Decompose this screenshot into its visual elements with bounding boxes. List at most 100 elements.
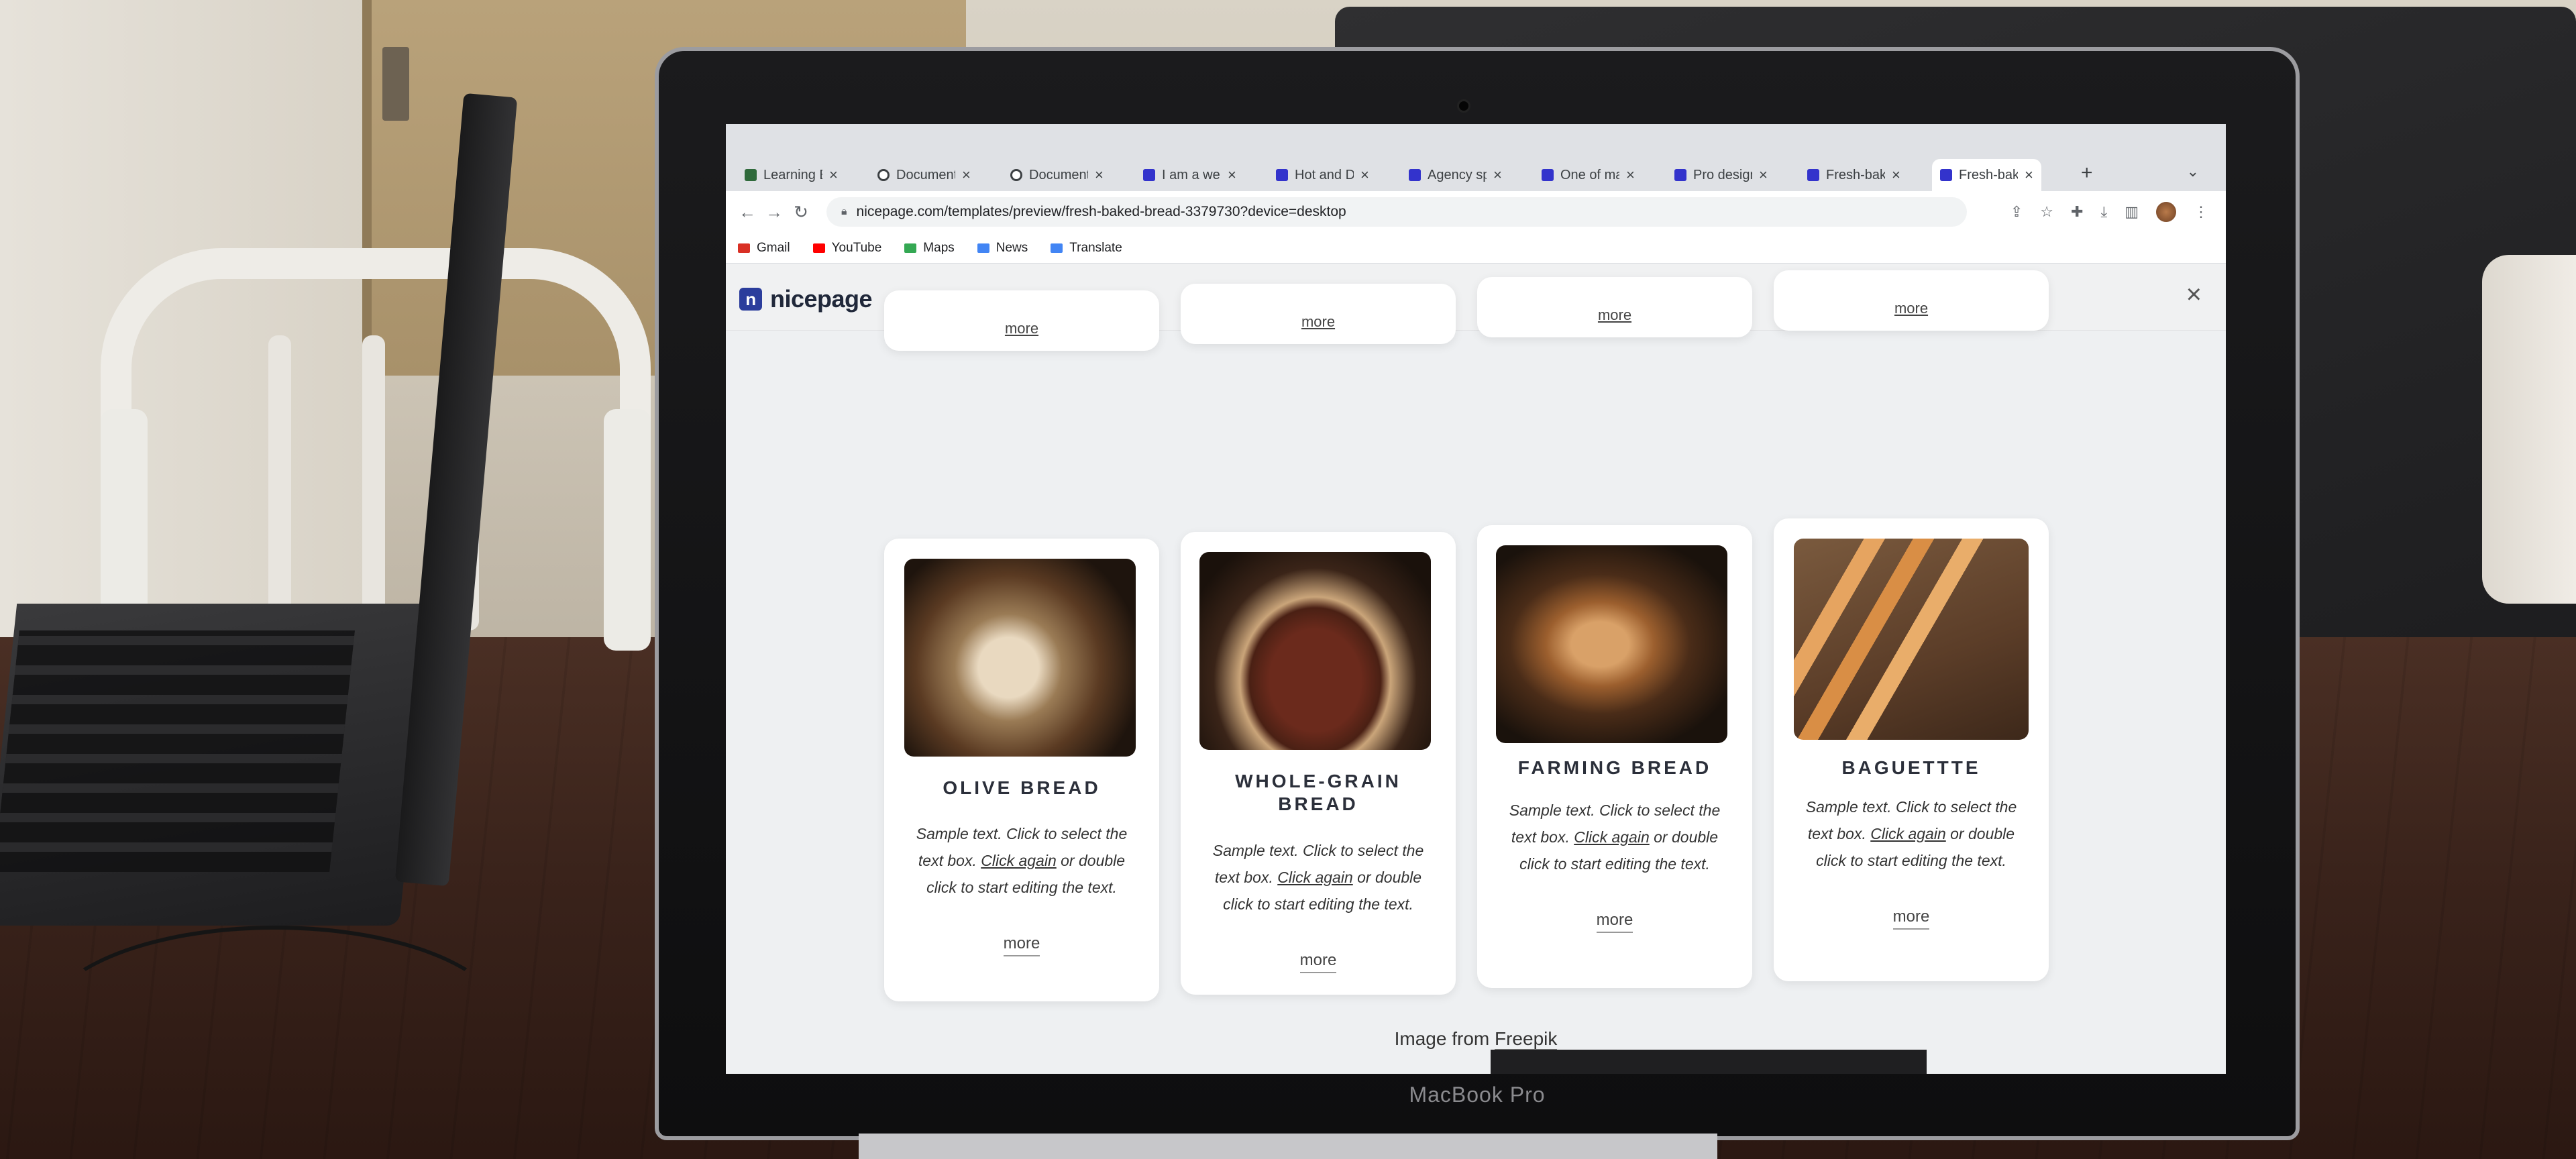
bookmark-item[interactable]: Translate [1051, 241, 1122, 256]
nicepage-icon [1674, 169, 1686, 181]
chair-leg [604, 409, 651, 651]
browser-window: + ⌄ Learning Ba×Document×Document×I am a… [726, 124, 2226, 1074]
tab-close-icon[interactable]: × [1626, 166, 1635, 184]
browser-tab[interactable]: Hot and De × [1268, 159, 1377, 191]
bookmark-item[interactable]: YouTube [812, 241, 881, 256]
chair-slat [268, 335, 291, 630]
more-link[interactable]: more [1477, 307, 1752, 324]
more-label: more [1003, 934, 1040, 956]
more-link[interactable]: more [1774, 907, 2049, 930]
side-panel-icon[interactable]: ▥ [2125, 203, 2139, 221]
charging-cable [40, 926, 510, 1127]
more-label: more [1892, 907, 1930, 930]
bookmark-item[interactable]: News [977, 241, 1028, 256]
card-top: more [884, 290, 1159, 351]
card-text: Sample text. Click to select the text bo… [1794, 793, 2029, 874]
card-title: FARMING BREAD [1517, 757, 1712, 778]
more-link[interactable]: more [884, 934, 1159, 956]
tab-close-icon[interactable]: × [1228, 166, 1236, 184]
globe-icon [877, 169, 890, 181]
macbook-hinge [859, 1134, 1717, 1159]
tab-close-icon[interactable]: × [1095, 166, 1104, 184]
more-link[interactable]: more [1181, 951, 1456, 973]
tab-title: Hot and De [1295, 167, 1354, 182]
tab-title: Document [1029, 167, 1088, 182]
baguette-photo [1794, 539, 2029, 740]
lock-icon[interactable]: 🔒︎ [841, 206, 847, 218]
close-preview-button[interactable]: × [2186, 280, 2202, 310]
bookmark-item[interactable]: Gmail [738, 241, 790, 256]
bookmark-label: Maps [923, 240, 955, 255]
click-again-link[interactable]: Click again [1574, 828, 1650, 846]
tab-title: Pro design [1693, 167, 1752, 182]
chair-slat [362, 335, 385, 630]
click-again-link[interactable]: Click again [1870, 825, 1946, 842]
tab-close-icon[interactable]: × [1892, 166, 1900, 184]
bookmark-label: Translate [1069, 240, 1122, 255]
bookmark-youtube-icon [812, 243, 825, 253]
browser-tab[interactable]: Fresh-bake × [1932, 159, 2041, 191]
tab-close-icon[interactable]: × [1360, 166, 1369, 184]
card-title: OLIVE BREAD [943, 777, 1101, 798]
browser-tab[interactable]: I am a web × [1135, 159, 1244, 191]
click-again-link[interactable]: Click again [1277, 869, 1353, 886]
browser-tab[interactable]: One of mar × [1534, 159, 1643, 191]
browser-tab[interactable]: Fresh-bake × [1799, 159, 1909, 191]
download-icon[interactable]: ⤓ [2100, 203, 2107, 221]
image-credit: Image from Freepik [726, 1028, 2226, 1050]
card-text: Sample text. Click to select the text bo… [1497, 797, 1732, 877]
url-text: nicepage.com/templates/preview/fresh-bak… [856, 204, 1346, 219]
share-icon[interactable]: ⇪ [2010, 203, 2023, 221]
browser-tab[interactable]: Document × [1002, 159, 1112, 191]
nicepage-icon [1143, 169, 1155, 181]
browser-tab[interactable]: Document × [869, 159, 979, 191]
new-tab-button[interactable]: + [2081, 162, 2093, 184]
white-chair [101, 248, 651, 651]
bookmark-item[interactable]: Maps [904, 240, 955, 256]
profile-avatar[interactable] [2156, 202, 2176, 222]
webcam [1457, 99, 1470, 113]
url-field[interactable]: 🔒︎ nicepage.com/templates/preview/fresh-… [826, 197, 1967, 227]
nicepage-logo[interactable]: n nicepage [739, 285, 873, 313]
browser-tab[interactable]: Agency spe × [1401, 159, 1510, 191]
extensions-icon[interactable]: ✚ [2071, 203, 2083, 221]
tab-close-icon[interactable]: × [1493, 166, 1502, 184]
more-label: more [1299, 951, 1337, 973]
nicepage-icon [1542, 169, 1554, 181]
menu-kebab-icon[interactable]: ⋮ [2194, 203, 2208, 221]
scrollbar-thumb[interactable] [1491, 1050, 1927, 1074]
browser-tab[interactable]: Pro design × [1666, 159, 1776, 191]
reload-icon[interactable]: ↻ [788, 202, 814, 223]
card-top: more [1774, 270, 2049, 331]
nicepage-icon [1807, 169, 1819, 181]
tab-close-icon[interactable]: × [962, 166, 971, 184]
globe-icon [1010, 169, 1022, 181]
product-card: FARMING BREAD Sample text. Click to sele… [1477, 525, 1752, 988]
nicepage-icon [1940, 169, 1952, 181]
tab-close-icon[interactable]: × [829, 166, 838, 184]
nicepage-logo-mark: n [739, 288, 762, 311]
address-bar-row: ← → ↻ 🔒︎ nicepage.com/templates/preview/… [726, 191, 2226, 233]
card-top: more [1477, 277, 1752, 337]
click-again-link[interactable]: Click again [981, 852, 1057, 869]
card-title: WHOLE-GRAIN BREAD [1235, 771, 1401, 814]
back-arrow-icon[interactable]: ← [734, 202, 761, 223]
olive-bread-photo [904, 559, 1136, 757]
side-laptop [0, 93, 518, 952]
tab-search-chevron-icon[interactable]: ⌄ [2187, 163, 2199, 180]
tab-close-icon[interactable]: × [1759, 166, 1768, 184]
more-link[interactable]: more [1477, 911, 1752, 933]
nicepage-logo-text: nicepage [770, 285, 873, 313]
freepik-link[interactable]: Freepik [1495, 1028, 1558, 1050]
more-link[interactable]: more [1774, 300, 2049, 317]
forward-arrow-icon[interactable]: → [761, 202, 788, 223]
bookmark-label: Gmail [757, 240, 790, 255]
credit-prefix: Image from [1394, 1028, 1495, 1049]
bookmark-star-icon[interactable]: ☆ [2040, 203, 2053, 221]
nicepage-icon [1276, 169, 1288, 181]
browser-tab[interactable]: Learning Ba × [737, 159, 846, 191]
tab-title: Agency spe [1428, 167, 1487, 182]
tab-close-icon[interactable]: × [2025, 166, 2033, 184]
more-link[interactable]: more [884, 320, 1159, 337]
more-link[interactable]: more [1181, 313, 1456, 331]
